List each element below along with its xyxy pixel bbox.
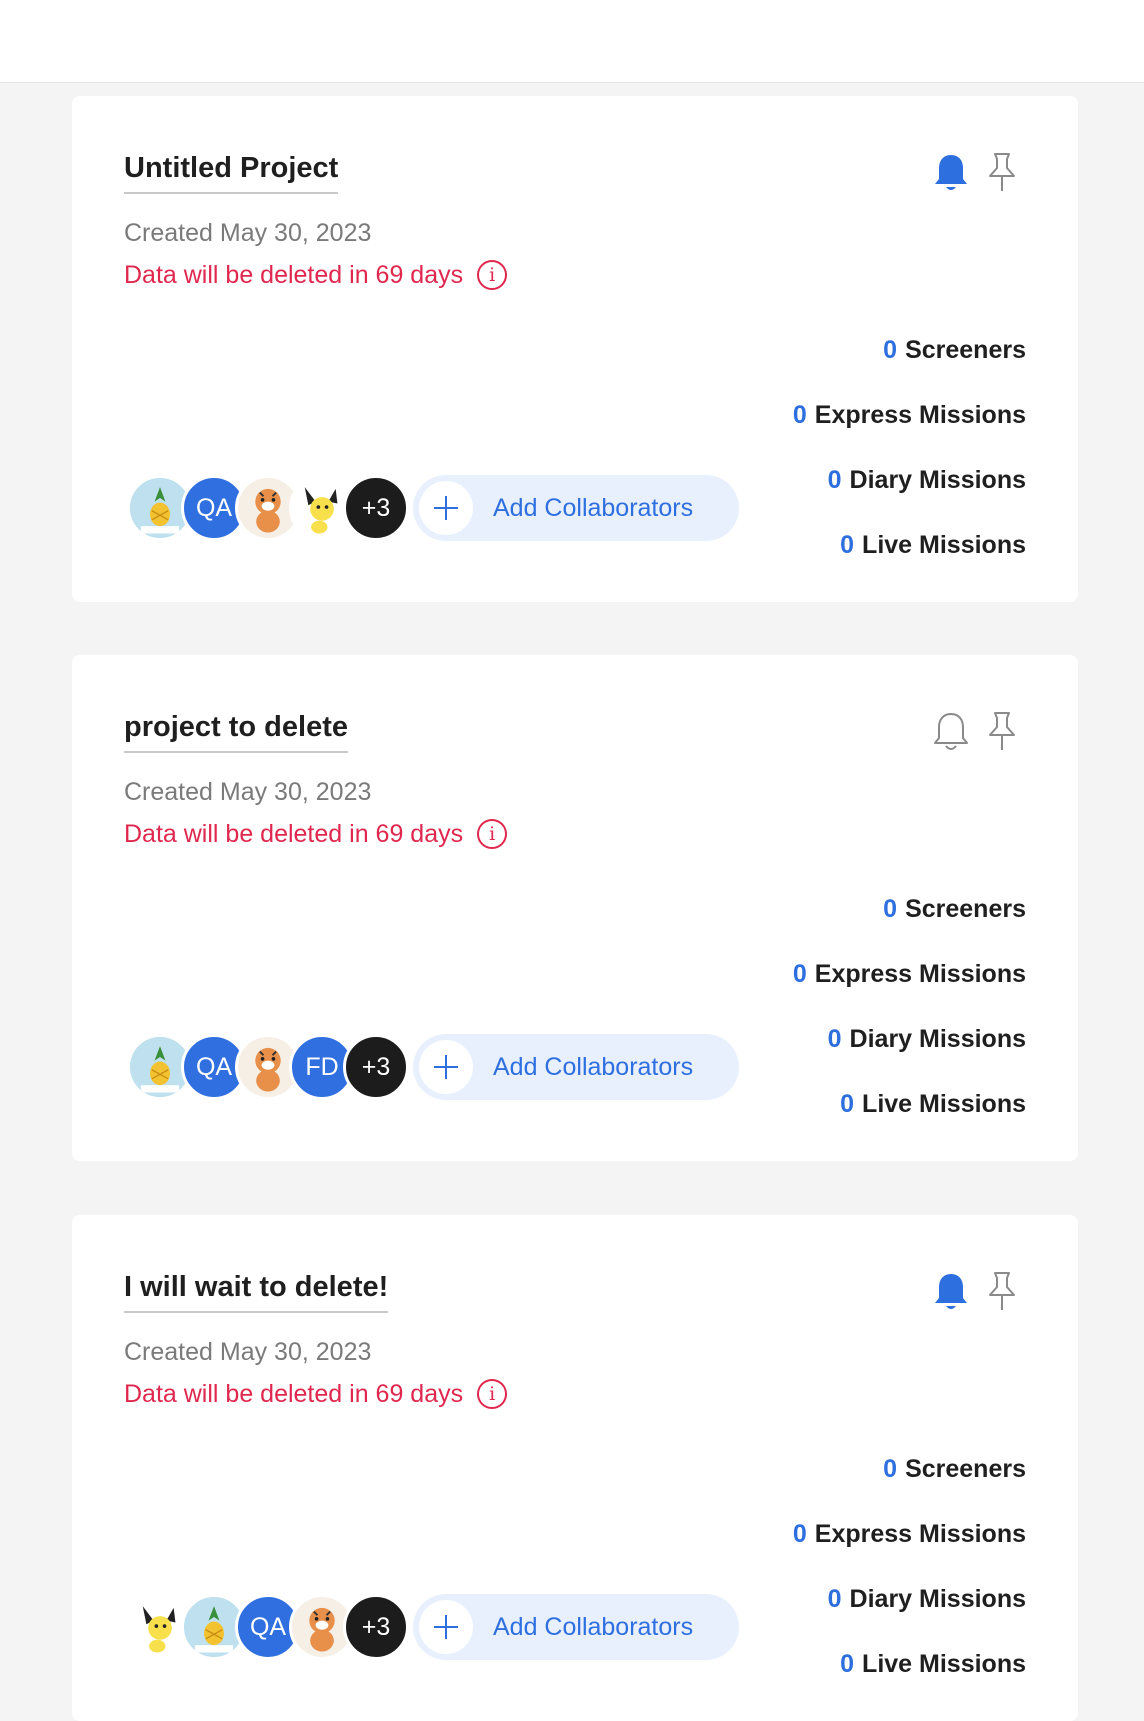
deletion-warning-text: Data will be deleted in 69 days: [124, 261, 464, 289]
express-missions-count: 0 Express Missions: [792, 1520, 1026, 1548]
express-missions-count: 0 Express Missions: [792, 401, 1026, 429]
project-card[interactable]: project to delete Created May 30, 2023 D…: [72, 655, 1078, 1161]
live-missions-count: 0 Live Missions: [840, 1650, 1026, 1678]
add-collaborators-label: Add Collaborators: [493, 1052, 694, 1081]
deletion-warning-text: Data will be deleted in 69 days: [124, 820, 464, 848]
add-collaborators-button[interactable]: Add Collaborators: [413, 1594, 739, 1660]
info-icon[interactable]: i: [477, 1379, 508, 1409]
collaborators: QA +3 Add Collaborators: [127, 1593, 739, 1661]
deletion-warning: Data will be deleted in 69 days i: [124, 1379, 508, 1409]
mission-counts: 0 Screeners 0 Express Missions 0 Diary Miss…: [793, 877, 1026, 1137]
pin-outline-icon[interactable]: [986, 1270, 1018, 1312]
project-title[interactable]: I will wait to delete!: [124, 1270, 389, 1313]
pin-outline-icon[interactable]: [986, 710, 1018, 752]
screeners-count: 0 Screeners: [883, 895, 1026, 923]
collaborators: QA +3 Add Collaborators: [127, 474, 739, 542]
deletion-warning: Data will be deleted in 69 days i: [124, 819, 508, 849]
deletion-warning: Data will be deleted in 69 days i: [124, 260, 508, 290]
pin-outline-icon[interactable]: [986, 151, 1018, 193]
collaborators: QA FD +3 Add Collaborators: [127, 1033, 739, 1101]
add-collaborators-label: Add Collaborators: [493, 493, 694, 522]
more-collaborators-badge[interactable]: +3: [343, 475, 409, 541]
created-date: Created May 30, 2023: [124, 778, 372, 806]
project-card[interactable]: I will wait to delete! Created May 30, 2…: [72, 1215, 1078, 1721]
live-missions-count: 0 Live Missions: [840, 1090, 1026, 1118]
info-icon[interactable]: i: [477, 260, 508, 290]
mission-counts: 0 Screeners 0 Express Missions 0 Diary Miss…: [793, 318, 1026, 578]
add-collaborators-label: Add Collaborators: [493, 1612, 694, 1641]
plus-icon: [419, 1600, 473, 1654]
created-date: Created May 30, 2023: [124, 1338, 372, 1366]
plus-icon: [419, 481, 473, 535]
more-collaborators-badge[interactable]: +3: [343, 1034, 409, 1100]
more-collaborators-badge[interactable]: +3: [343, 1594, 409, 1660]
created-date: Created May 30, 2023: [124, 219, 372, 247]
bell-filled-icon[interactable]: [933, 152, 969, 194]
add-collaborators-button[interactable]: Add Collaborators: [413, 475, 739, 541]
deletion-warning-text: Data will be deleted in 69 days: [124, 1380, 464, 1408]
info-icon[interactable]: i: [477, 819, 508, 849]
screeners-count: 0 Screeners: [883, 336, 1026, 364]
add-collaborators-button[interactable]: Add Collaborators: [413, 1034, 739, 1100]
express-missions-count: 0 Express Missions: [792, 960, 1026, 988]
diary-missions-count: 0 Diary Missions: [827, 466, 1026, 494]
project-card[interactable]: Untitled Project Created May 30, 2023 Da…: [72, 96, 1078, 602]
plus-icon: [419, 1040, 473, 1094]
bell-filled-icon[interactable]: [933, 1271, 969, 1313]
mission-counts: 0 Screeners 0 Express Missions 0 Diary Miss…: [793, 1437, 1026, 1697]
bell-outline-icon[interactable]: [933, 711, 969, 753]
diary-missions-count: 0 Diary Missions: [827, 1025, 1026, 1053]
project-title[interactable]: project to delete: [124, 710, 348, 753]
live-missions-count: 0 Live Missions: [840, 531, 1026, 559]
project-title[interactable]: Untitled Project: [124, 151, 339, 194]
top-bar: [0, 0, 1144, 83]
screeners-count: 0 Screeners: [883, 1455, 1026, 1483]
diary-missions-count: 0 Diary Missions: [827, 1585, 1026, 1613]
